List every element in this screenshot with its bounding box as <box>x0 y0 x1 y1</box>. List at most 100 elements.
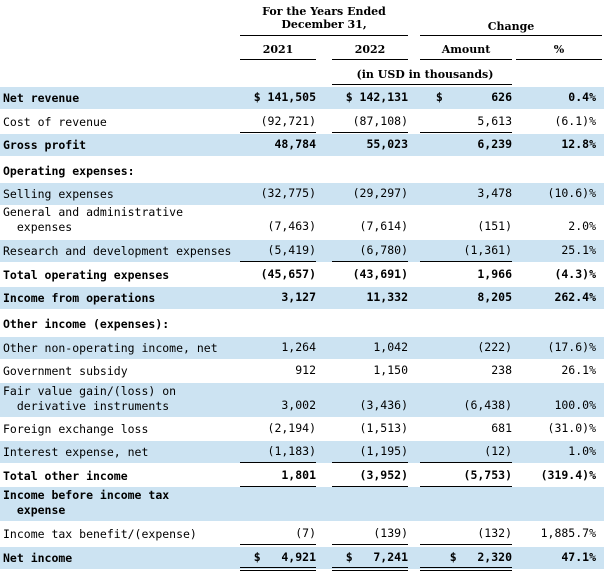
row-label: General and administrative expenses <box>3 205 184 234</box>
col-header-percent: % <box>553 43 565 56</box>
period-heading: For the Years Ended December 31, <box>240 5 408 31</box>
total-rule <box>420 132 512 133</box>
value-2021: 912 <box>295 363 316 377</box>
change-amount: (151) <box>477 219 512 233</box>
units-underline <box>332 84 512 85</box>
table-row: Operating expenses: <box>0 160 604 182</box>
value-2021: (5,419) <box>267 243 316 257</box>
col-underline-2022 <box>332 59 408 60</box>
double-underline <box>240 567 316 571</box>
row-label: Other income (expenses): <box>3 317 170 331</box>
value-2021: (45,657) <box>260 267 316 281</box>
change-amount: 3,478 <box>477 186 512 200</box>
total-rule <box>420 486 512 487</box>
table-row: Fair value gain/(loss) on derivative ins… <box>0 383 604 417</box>
table-row: Research and development expenses (5,419)… <box>0 240 604 262</box>
total-rule <box>332 132 408 133</box>
row-label: Operating expenses: <box>3 164 135 178</box>
value-2021: $ 4,921 <box>253 550 316 564</box>
value-2022: 11,332 <box>366 290 408 304</box>
value-2022: (7,614) <box>359 219 408 233</box>
total-rule <box>240 486 316 487</box>
row-label: Cost of revenue <box>3 115 107 129</box>
value-2022: (139) <box>373 526 408 540</box>
value-2022: (87,108) <box>352 114 408 128</box>
table-row: General and administrative expenses (7,46… <box>0 204 604 238</box>
table-row: Other non-operating income, net 1,264 1,04… <box>0 337 604 359</box>
value-2021: 3,127 <box>281 290 316 304</box>
double-underline <box>332 567 408 571</box>
table-row: Other income (expenses): <box>0 313 604 335</box>
row-label: Income tax benefit/(expense) <box>3 527 197 541</box>
row-label: Net income <box>3 551 73 565</box>
change-percent: 1,885.7% <box>540 526 596 540</box>
table-row: Interest expense, net (1,183) (1,195) (12) 1… <box>0 441 604 463</box>
value-2021: $ 141,505 <box>253 90 316 104</box>
row-label: Selling expenses <box>3 187 114 201</box>
col-underline-percent <box>516 59 602 60</box>
row-label: Net revenue <box>3 91 80 105</box>
change-percent: 12.8% <box>561 137 596 151</box>
change-underline <box>420 35 602 36</box>
change-amount: (132) <box>477 526 512 540</box>
change-percent: 25.1% <box>561 243 596 257</box>
change-amount: $ 2,320 <box>449 550 512 564</box>
value-2022: $ 142,131 <box>345 90 408 104</box>
table-row: Income tax benefit/(expense) (7) (139) (132… <box>0 523 604 545</box>
row-label: Research and development expenses <box>3 244 232 258</box>
value-2021: (7) <box>295 526 316 540</box>
change-percent: (31.0)% <box>547 421 596 435</box>
change-percent: 100.0% <box>554 398 596 412</box>
change-amount: (1,361) <box>463 243 512 257</box>
change-amount: 5,613 <box>477 114 512 128</box>
row-label: Income before income tax expense <box>3 488 170 517</box>
col-header-amount: Amount <box>441 43 491 56</box>
change-percent: 1.0% <box>568 444 596 458</box>
change-amount: (12) <box>484 444 512 458</box>
change-amount: (6,438) <box>463 398 512 412</box>
row-label: Government subsidy <box>3 364 128 378</box>
table-row: Income before income tax expense <box>0 487 604 521</box>
total-rule <box>420 544 512 545</box>
change-percent: 262.4% <box>554 290 596 304</box>
change-amount: 1,966 <box>477 267 512 281</box>
change-amount: 8,205 <box>477 290 512 304</box>
value-2022: (3,436) <box>359 398 408 412</box>
total-rule <box>332 261 408 262</box>
col-underline-2021 <box>240 59 316 60</box>
table-row: Net income $ 4,921 $ 7,241 $ 2,320 47.1% <box>0 547 604 569</box>
change-percent: (6.1)% <box>554 114 596 128</box>
value-2022: (1,195) <box>359 444 408 458</box>
value-2022: (43,691) <box>352 267 408 281</box>
table-row: Income from operations 3,127 11,332 8,205 26… <box>0 287 604 309</box>
total-rule <box>420 462 512 463</box>
change-percent: 47.1% <box>561 550 596 564</box>
row-label: Total operating expenses <box>3 268 170 282</box>
change-amount: 6,239 <box>477 137 512 151</box>
change-amount: 238 <box>491 363 512 377</box>
table-row: Total operating expenses (45,657) (43,691)… <box>0 264 604 286</box>
period-heading-line1: For the Years Ended <box>262 5 386 18</box>
row-label: Fair value gain/(loss) on derivative ins… <box>3 384 177 413</box>
row-label: Total other income <box>3 469 128 483</box>
value-2021: 1,264 <box>281 340 316 354</box>
row-label: Gross profit <box>3 138 87 152</box>
row-label: Income from operations <box>3 291 156 305</box>
value-2022: 55,023 <box>366 137 408 151</box>
total-rule <box>332 544 408 545</box>
total-rule <box>240 462 316 463</box>
change-percent: (17.6)% <box>547 340 596 354</box>
col-header-2021: 2021 <box>262 43 294 56</box>
total-rule <box>240 132 316 133</box>
change-heading: Change <box>487 20 535 33</box>
value-2022: $ 7,241 <box>345 550 408 564</box>
period-underline <box>240 35 408 36</box>
row-label: Interest expense, net <box>3 445 149 459</box>
change-amount: (222) <box>477 340 512 354</box>
table-row: Net revenue $ 141,505 $ 142,131 $ 626 0.4% <box>0 87 604 109</box>
value-2021: 3,002 <box>281 398 316 412</box>
row-label: Other non-operating income, net <box>3 341 218 355</box>
change-percent: 26.1% <box>561 363 596 377</box>
col-underline-amount <box>420 59 512 60</box>
total-rule <box>420 261 512 262</box>
